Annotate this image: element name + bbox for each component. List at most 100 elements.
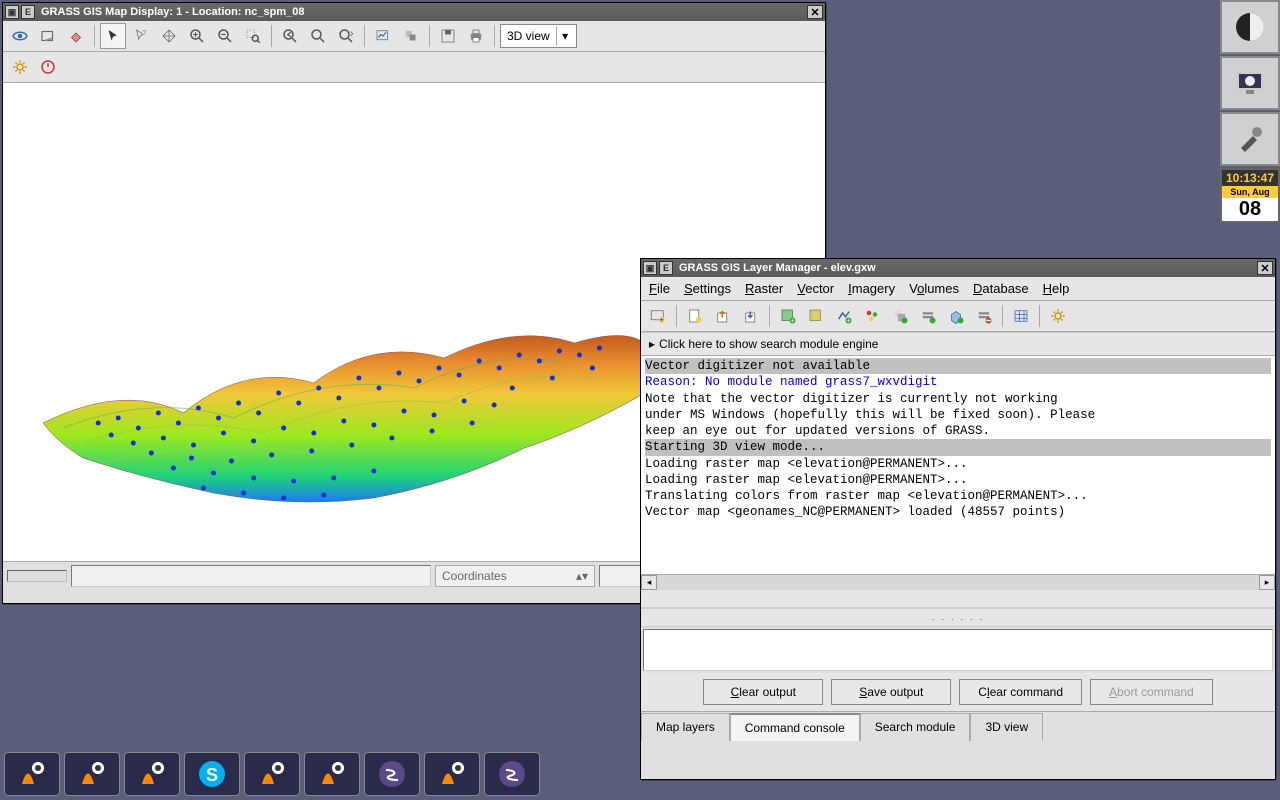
tab-search-module[interactable]: Search module xyxy=(860,713,971,741)
menu-vector[interactable]: Vector xyxy=(797,281,834,296)
scroll-left-icon[interactable]: ◂ xyxy=(641,575,657,590)
layer-menubar: File Settings Raster Vector Imagery Volu… xyxy=(641,277,1275,301)
window-e-icon[interactable]: E xyxy=(659,261,673,275)
save-output-button[interactable]: Save output xyxy=(831,679,951,705)
display-map-icon[interactable] xyxy=(35,23,61,49)
add-vector-misc-icon[interactable] xyxy=(859,303,885,329)
task-item[interactable] xyxy=(244,752,300,796)
tab-command-console[interactable]: Command console xyxy=(730,713,860,741)
zoom-extent-icon[interactable] xyxy=(305,23,331,49)
task-emacs[interactable] xyxy=(364,752,420,796)
render-map-icon[interactable] xyxy=(7,23,33,49)
pan-icon[interactable] xyxy=(156,23,182,49)
add-vector-icon[interactable]: + xyxy=(831,303,857,329)
console-output: Vector digitizer not available Reason: N… xyxy=(641,356,1275,574)
add-group-icon[interactable] xyxy=(915,303,941,329)
expand-icon[interactable]: ▸ xyxy=(649,337,655,351)
coord-mode-select[interactable]: Coordinates ▴▾ xyxy=(435,565,595,587)
close-icon[interactable]: ✕ xyxy=(1257,261,1273,275)
erase-icon[interactable] xyxy=(63,23,89,49)
print-icon[interactable] xyxy=(463,23,489,49)
menu-volumes[interactable]: Volumes xyxy=(909,281,959,296)
clear-output-button[interactable]: Clear output xyxy=(703,679,823,705)
zoom-region-icon[interactable] xyxy=(240,23,266,49)
settings-icon[interactable] xyxy=(7,54,33,80)
scroll-track[interactable] xyxy=(657,575,1259,590)
console-note1: Note that the vector digitizer is curren… xyxy=(645,391,1271,407)
task-item[interactable] xyxy=(4,752,60,796)
layer-window-title: GRASS GIS Layer Manager - elev.gxw xyxy=(675,262,1257,274)
preferences-icon[interactable] xyxy=(1045,303,1071,329)
clock-date: 08 xyxy=(1222,198,1278,221)
save-workspace-icon[interactable] xyxy=(738,303,764,329)
add-3d-icon[interactable] xyxy=(943,303,969,329)
scroll-right-icon[interactable]: ▸ xyxy=(1259,575,1275,590)
taskbar: S xyxy=(0,748,640,800)
task-item[interactable] xyxy=(424,752,480,796)
save-display-icon[interactable] xyxy=(435,23,461,49)
chevron-updown-icon[interactable]: ▴▾ xyxy=(576,569,588,583)
console-scrollbar[interactable]: ◂ ▸ xyxy=(641,574,1275,590)
window-menu-icon[interactable]: ▣ xyxy=(5,5,19,19)
zoom-in-icon[interactable] xyxy=(184,23,210,49)
menu-settings[interactable]: Settings xyxy=(684,281,731,296)
view-mode-select[interactable]: 3D view ▾ xyxy=(500,24,577,48)
coord-readout xyxy=(71,565,431,587)
task-item[interactable] xyxy=(64,752,120,796)
map-window-title: GRASS GIS Map Display: 1 - Location: nc_… xyxy=(37,6,807,18)
menu-help[interactable]: Help xyxy=(1043,281,1070,296)
remove-layer-icon[interactable] xyxy=(971,303,997,329)
console-button-row: Clear output Save output Clear command A… xyxy=(641,673,1275,711)
new-workspace-icon[interactable] xyxy=(682,303,708,329)
close-icon[interactable]: ✕ xyxy=(807,5,823,19)
quit-3d-icon[interactable] xyxy=(35,54,61,80)
analyze-icon[interactable] xyxy=(370,23,396,49)
tray-monitor-icon[interactable] xyxy=(1220,56,1280,110)
tab-map-layers[interactable]: Map layers xyxy=(641,713,730,741)
search-module-row[interactable]: ▸ Click here to show search module engin… xyxy=(641,332,1275,356)
attribute-table-icon[interactable] xyxy=(1008,303,1034,329)
task-item[interactable] xyxy=(124,752,180,796)
svg-text:S: S xyxy=(206,765,218,785)
clear-command-button[interactable]: Clear command xyxy=(959,679,1082,705)
abort-command-button: Abort command xyxy=(1090,679,1213,705)
new-display-icon[interactable]: + xyxy=(645,303,671,329)
map-titlebar[interactable]: ▣ E GRASS GIS Map Display: 1 - Location:… xyxy=(3,3,825,21)
svg-text:+: + xyxy=(846,316,851,325)
menu-raster[interactable]: Raster xyxy=(745,281,783,296)
system-tray: 10:13:47 Sun, Aug 08 xyxy=(1220,0,1280,223)
menu-imagery[interactable]: Imagery xyxy=(848,281,895,296)
layer-toolbar: + + + xyxy=(641,301,1275,332)
add-raster-icon[interactable]: + xyxy=(775,303,801,329)
resize-grip[interactable]: . . . . . . xyxy=(641,608,1275,627)
menu-file[interactable]: File xyxy=(649,281,670,296)
desktop-clock[interactable]: 10:13:47 Sun, Aug 08 xyxy=(1220,168,1280,223)
tray-logo-icon[interactable] xyxy=(1220,0,1280,54)
add-raster-misc-icon[interactable] xyxy=(803,303,829,329)
tab-3d-view[interactable]: 3D view xyxy=(970,713,1043,741)
task-item[interactable] xyxy=(304,752,360,796)
clock-day: Sun, Aug xyxy=(1222,186,1278,198)
menu-database[interactable]: Database xyxy=(973,281,1029,296)
zoom-last-icon[interactable] xyxy=(277,23,303,49)
command-input[interactable] xyxy=(643,629,1273,671)
window-e-icon[interactable]: E xyxy=(21,5,35,19)
chevron-down-icon[interactable]: ▾ xyxy=(556,26,574,46)
window-menu-icon[interactable]: ▣ xyxy=(643,261,657,275)
pointer-icon[interactable] xyxy=(100,23,126,49)
layer-manager-window: ▣ E GRASS GIS Layer Manager - elev.gxw ✕… xyxy=(640,258,1276,780)
task-skype[interactable]: S xyxy=(184,752,240,796)
add-overlay-icon[interactable] xyxy=(887,303,913,329)
console-load2: Loading raster map <elevation@PERMANENT>… xyxy=(645,472,1271,488)
zoom-out-icon[interactable] xyxy=(212,23,238,49)
open-workspace-icon[interactable] xyxy=(710,303,736,329)
zoom-menu-icon[interactable] xyxy=(333,23,359,49)
console-status-area xyxy=(641,590,1275,608)
map-secondary-toolbar xyxy=(3,52,825,83)
overlay-icon[interactable] xyxy=(398,23,424,49)
layer-titlebar[interactable]: ▣ E GRASS GIS Layer Manager - elev.gxw ✕ xyxy=(641,259,1275,277)
query-icon[interactable]: ? xyxy=(128,23,154,49)
task-emacs[interactable] xyxy=(484,752,540,796)
tray-tools-icon[interactable] xyxy=(1220,112,1280,166)
svg-text:+: + xyxy=(790,316,795,325)
